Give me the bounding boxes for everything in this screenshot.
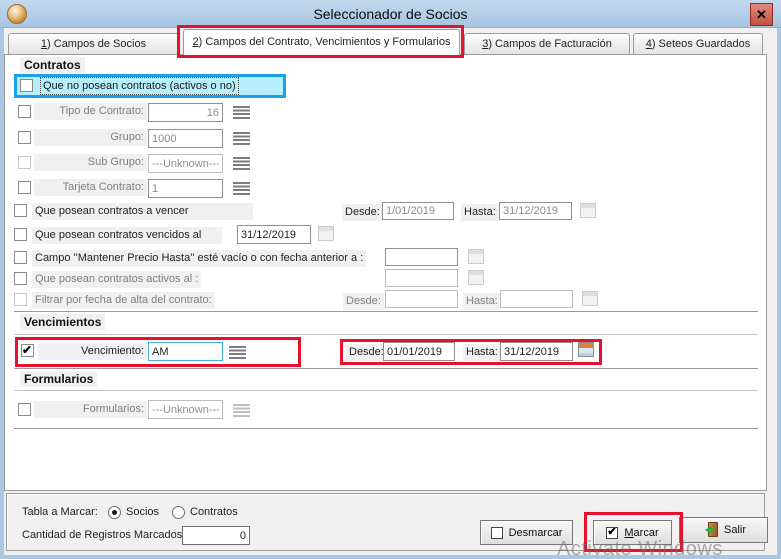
input-mantener-fecha[interactable] [385,248,458,266]
tab-label: ) Campos de Socios [47,38,146,50]
label-venc-hasta: Hasta: [463,344,501,361]
input-tarjeta-contrato[interactable] [148,179,223,198]
section-divider [14,311,758,313]
input-sub-grupo[interactable] [148,154,223,173]
input-filtrar-desde[interactable] [385,290,458,308]
close-icon: ✕ [756,7,767,23]
calendar-icon[interactable] [580,203,596,218]
checkbox-vencidos-al[interactable] [14,228,27,241]
header-underline [14,334,758,335]
label-a-vencer-hasta: Hasta: [461,204,499,221]
checkbox-filtrar-alta[interactable] [14,293,27,306]
input-tipo-contrato[interactable] [148,103,223,122]
radio-contratos[interactable] [172,506,185,519]
checkbox-vencimiento[interactable] [21,344,34,357]
label-que-no-posean: Que no posean contratos (activos o no) [41,78,238,94]
menu-list-icon[interactable] [233,157,250,170]
section-divider [14,368,758,370]
title-bar: Seleccionador de Socios ✕ [0,0,781,28]
calendar-icon[interactable] [582,291,598,306]
focused-row-que-no-posean[interactable]: Que no posean contratos (activos o no) [14,74,286,98]
checkbox-tipo-contrato[interactable] [18,105,31,118]
marcar-accel: M [624,527,633,539]
salir-label: Salir [724,524,746,536]
unchecked-box-icon [491,527,503,539]
section-header-contratos: Contratos [20,57,85,73]
label-tarjeta-contrato: Tarjeta Contrato: [34,179,147,196]
label-filtrar-alta: Filtrar por fecha de alta del contrato: [32,292,215,309]
menu-list-icon[interactable] [229,346,246,359]
input-venc-hasta[interactable] [500,342,573,361]
checkbox-activos-al[interactable] [14,272,27,285]
label-grupo: Grupo: [34,129,147,146]
window-frame [0,28,4,559]
label-vencidos-al: Que posean contratos vencidos al [32,227,222,244]
label-tabla-a-marcar: Tabla a Marcar: [22,506,98,518]
tab-label: ) Campos del Contrato, Vencimientos y Fo… [199,36,451,48]
marcar-rest: arcar [634,527,659,539]
menu-list-icon[interactable] [233,106,250,119]
calendar-icon[interactable] [468,270,484,285]
input-filtrar-hasta[interactable] [500,290,573,308]
calendar-icon[interactable] [468,249,484,264]
checkbox-a-vencer[interactable] [14,204,27,217]
desmarcar-label: Desmarcar [509,527,563,539]
tab-campos-de-facturacion[interactable]: 3) Campos de Facturación [464,33,630,54]
dialog-window: Seleccionador de Socios ✕ 1) Campos de S… [0,0,781,559]
tab-label: ) Seteos Guardados [652,38,750,50]
menu-list-icon[interactable] [233,404,250,417]
tab-seteos-guardados[interactable]: 4) Seteos Guardados [633,33,763,54]
menu-list-icon[interactable] [233,132,250,145]
exit-door-icon [701,522,718,538]
label-a-vencer-desde: Desde: [342,204,383,221]
window-title: Seleccionador de Socios [0,6,781,22]
calendar-icon[interactable] [578,342,594,357]
section-header-vencimientos: Vencimientos [20,314,105,330]
checkbox-formularios[interactable] [18,403,31,416]
label-formularios: Formularios: [34,401,147,418]
label-mantener-precio: Campo ''Mantener Precio Hasta'' esté vac… [32,250,366,267]
checkbox-grupo[interactable] [18,131,31,144]
checkbox-tarjeta-contrato[interactable] [18,181,31,194]
close-button[interactable]: ✕ [750,3,773,26]
window-frame [777,28,781,559]
label-sub-grupo: Sub Grupo: [34,154,147,171]
tab-label: ) Campos de Facturación [488,38,612,50]
input-a-vencer-desde[interactable] [382,202,454,220]
label-activos-al: Que posean contratos activos al : [32,271,201,288]
radio-socios[interactable] [108,506,121,519]
checkbox-que-no-posean[interactable] [20,79,33,92]
input-activos-al-fecha[interactable] [385,269,458,287]
label-venc-desde: Desde: [346,344,387,361]
input-cantidad-registros[interactable] [182,526,250,545]
label-tipo-contrato: Tipo de Contrato: [34,103,147,120]
tab-campos-del-contrato[interactable]: 2) Campos del Contrato, Vencimientos y F… [183,29,460,55]
section-header-formularios: Formularios [20,371,97,387]
header-underline [14,390,758,391]
radio-socios-label: Socios [126,506,159,518]
input-venc-desde[interactable] [383,342,455,361]
label-cantidad-registros: Cantidad de Registros Marcados [22,529,182,541]
label-a-vencer: Que posean contratos a vencer [32,203,253,220]
section-divider [14,428,758,430]
calendar-icon[interactable] [318,226,334,241]
tab-campos-de-socios[interactable]: 1) Campos de Socios [8,33,179,54]
label-vencimiento: Vencimiento: [38,343,147,360]
radio-contratos-label: Contratos [190,506,238,518]
label-filtrar-desde: Desde: [343,293,384,310]
input-formularios[interactable] [148,400,223,419]
marcar-label: Marcar [624,527,658,539]
menu-list-icon[interactable] [233,182,250,195]
checked-box-icon [606,527,618,539]
input-grupo[interactable] [148,129,223,148]
input-vencimiento[interactable] [148,342,223,361]
label-filtrar-hasta: Hasta: [463,293,501,310]
activate-windows-watermark: Activate Windows [557,538,723,559]
checkbox-sub-grupo[interactable] [18,156,31,169]
input-vencidos-al-fecha[interactable] [237,225,311,244]
checkbox-mantener-precio[interactable] [14,251,27,264]
input-a-vencer-hasta[interactable] [499,202,572,220]
